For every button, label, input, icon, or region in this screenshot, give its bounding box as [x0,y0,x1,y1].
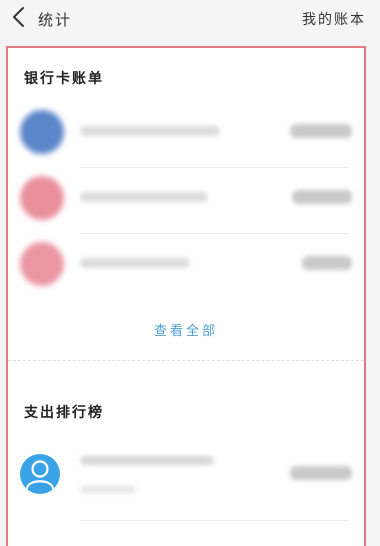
bank-card-bill-title: 银行卡账单 [24,71,104,87]
top-bar: 统计 我的账本 [0,0,380,40]
bank-card-name [80,192,208,202]
bank-card-row[interactable] [20,102,352,162]
bank-card-row[interactable] [20,168,352,228]
chevron-left-icon [11,6,25,32]
spending-ranking-title: 支出排行榜 [24,405,104,421]
row-divider [80,520,348,521]
page-title: 统计 [38,11,73,29]
spending-item-name [80,456,214,465]
bank-card-name [80,258,190,268]
bank-card-amount [292,190,352,204]
bank-logo [20,176,64,220]
spending-item-amount [290,466,352,480]
spending-item-subtitle [80,486,136,493]
spending-rank-row[interactable] [20,448,352,508]
bank-logo [20,110,64,154]
user-avatar [20,454,60,494]
bank-card-amount [302,256,352,270]
bank-card-row[interactable] [20,234,352,294]
bank-card-name [80,126,220,136]
user-icon [20,460,60,494]
bank-logo [20,242,64,286]
section-divider [8,360,364,361]
bank-card-amount [290,124,352,138]
view-all-link[interactable]: 查看全部 [8,320,364,339]
statistics-card: 银行卡账单 查看全部 支出排行榜 [6,46,366,546]
back-button[interactable] [6,7,30,31]
my-ledger-link[interactable]: 我的账本 [302,9,366,29]
